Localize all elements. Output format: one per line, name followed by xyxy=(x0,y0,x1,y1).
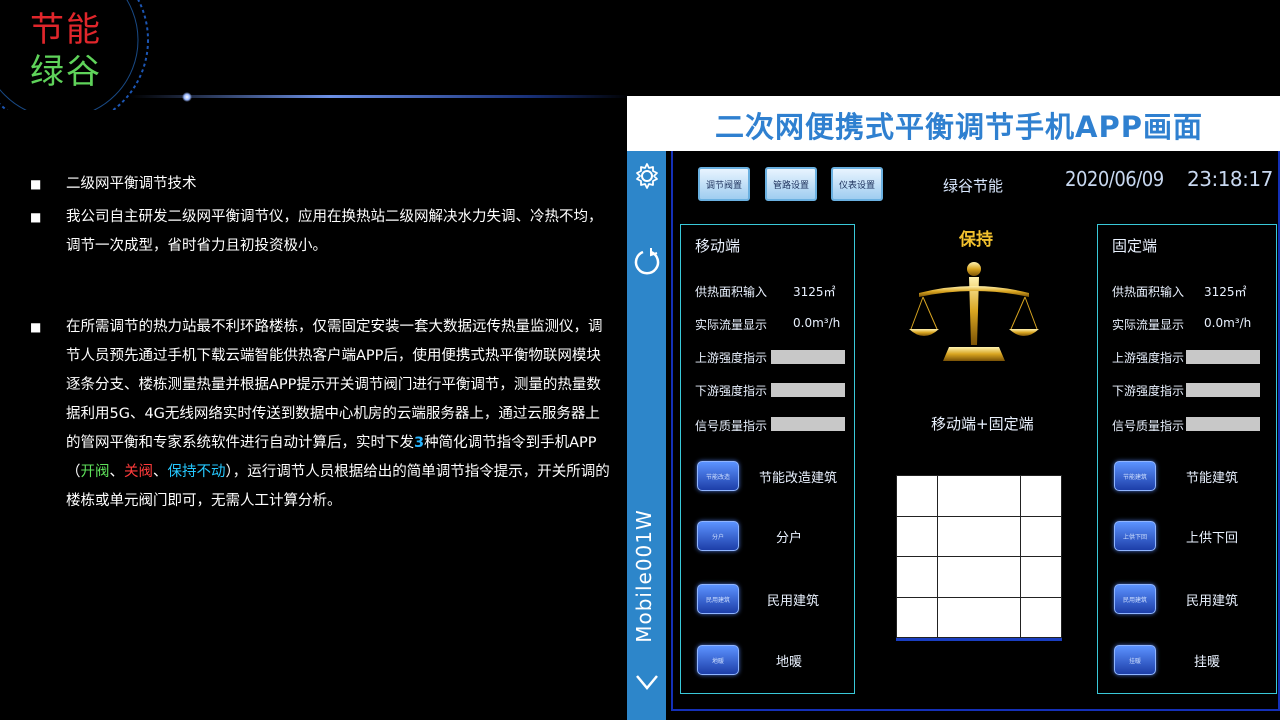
detail-text-1: 在所需调节的热力站最不利环路楼栋，仅需固定安装一套大数据远传热量监测仪，调节人员… xyxy=(66,319,603,451)
fixed-mode-button-2[interactable]: 上供下回 xyxy=(1114,521,1156,551)
downstream-bar xyxy=(771,383,845,397)
mode-button-3[interactable]: 民用建筑 xyxy=(697,584,739,614)
valve-setting-button[interactable]: 调节阀置 xyxy=(698,167,750,201)
sep-2: 、 xyxy=(153,464,168,480)
fixed-mode-label-2: 上供下回 xyxy=(1186,531,1239,546)
chevron-down-icon[interactable] xyxy=(634,671,660,693)
flow-display-value: 0.0m³/h xyxy=(793,316,841,330)
fixed-panel-title: 固定端 xyxy=(1112,237,1158,255)
upstream-label: 上游强度指示 xyxy=(695,351,768,365)
fixed-flow-display-label: 实际流量显示 xyxy=(1112,318,1185,332)
bullet-item-detail: 在所需调节的热力站最不利环路楼栋，仅需固定安装一套大数据远传热量监测仪，调节人员… xyxy=(30,313,610,516)
cmd-hold: 保持不动 xyxy=(167,464,226,480)
balance-scale-icon xyxy=(909,262,1039,361)
app-banner: 二次网便携式平衡调节手机APP画面 xyxy=(627,96,1280,151)
mode-label-1: 节能改造建筑 xyxy=(759,471,838,486)
sep-1: 、 xyxy=(109,464,125,480)
fixed-upstream-bar xyxy=(1186,350,1260,364)
bullet-list: 二级网平衡调节技术 我公司自主研发二级网平衡调节仪，应用在换热站二级网解决水力失… xyxy=(30,170,610,516)
mobile-panel-title: 移动端 xyxy=(695,237,741,255)
mode-label-4: 地暖 xyxy=(776,655,803,670)
bullet-item-title: 二级网平衡调节技术 xyxy=(30,170,610,199)
fixed-flow-display-value: 0.0m³/h xyxy=(1204,316,1252,330)
fixed-mode-label-3: 民用建筑 xyxy=(1186,594,1239,609)
signal-bar xyxy=(771,417,845,431)
flow-display-label: 实际流量显示 xyxy=(695,318,768,332)
app-screen: 调节阀置 管路设置 仪表设置 绿谷节能 2020/06/09 23:18:17 … xyxy=(671,151,1280,711)
fixed-downstream-bar xyxy=(1186,383,1260,397)
fixed-area-input-value[interactable]: 3125㎡ xyxy=(1204,283,1247,300)
app-screenshot: Mobile001W 调节阀置 管路设置 仪表设置 绿谷节能 2020/06/0… xyxy=(627,151,1280,720)
fixed-signal-bar xyxy=(1186,417,1260,431)
mode-button-1[interactable]: 节能改造 xyxy=(697,461,739,491)
fixed-signal-label: 信号质量指示 xyxy=(1112,419,1185,433)
app-date: 2020/06/09 xyxy=(1065,167,1164,191)
fixed-upstream-label: 上游强度指示 xyxy=(1112,351,1185,365)
decorative-beam xyxy=(130,95,630,98)
refresh-icon[interactable] xyxy=(633,246,661,278)
mode-button-4[interactable]: 地暖 xyxy=(697,645,739,675)
mode-label-3: 民用建筑 xyxy=(767,594,820,609)
bullet-item-intro: 我公司自主研发二级网平衡调节仪，应用在换热站二级网解决水力失调、冷热不均，调节一… xyxy=(30,203,610,261)
detail-number: 3 xyxy=(414,435,425,451)
meter-setting-button[interactable]: 仪表设置 xyxy=(831,167,883,201)
app-time: 23:18:17 xyxy=(1187,167,1273,191)
fixed-area-input-label: 供热面积输入 xyxy=(1112,285,1185,299)
fixed-mode-label-1: 节能建筑 xyxy=(1186,471,1239,486)
upstream-bar xyxy=(771,350,845,364)
logo: 节能 绿谷 xyxy=(0,0,160,110)
downstream-label: 下游强度指示 xyxy=(695,384,768,398)
mobile-panel: 移动端 供热面积输入 3125㎡ 实际流量显示 0.0m³/h 上游强度指示 下… xyxy=(680,224,855,694)
pipe-setting-button[interactable]: 管路设置 xyxy=(765,167,817,201)
beam-spark-icon xyxy=(182,92,192,102)
logo-text-green: 绿谷 xyxy=(30,52,102,92)
fixed-mode-button-3[interactable]: 民用建筑 xyxy=(1114,584,1156,614)
mode-label-2: 分户 xyxy=(776,531,803,546)
mode-button-2[interactable]: 分户 xyxy=(697,521,739,551)
fixed-mode-button-1[interactable]: 节能建筑 xyxy=(1114,461,1156,491)
cmd-open: 开阀 xyxy=(80,464,110,480)
area-input-value[interactable]: 3125㎡ xyxy=(793,283,836,300)
fixed-mode-button-4[interactable]: 挂暖 xyxy=(1114,645,1156,675)
mode-text: 移动端+固定端 xyxy=(931,415,1034,433)
device-id-label: Mobile001W xyxy=(632,509,656,643)
fixed-downstream-label: 下游强度指示 xyxy=(1112,384,1185,398)
status-text: 保持 xyxy=(959,230,993,250)
gear-icon[interactable] xyxy=(632,161,662,191)
fixed-mode-label-4: 挂暖 xyxy=(1194,655,1221,670)
area-input-label: 供热面积输入 xyxy=(695,285,768,299)
app-brand: 绿谷节能 xyxy=(943,177,1004,195)
data-grid xyxy=(895,475,1063,641)
side-bar: Mobile001W xyxy=(627,151,666,720)
signal-label: 信号质量指示 xyxy=(695,419,768,433)
app-banner-title: 二次网便携式平衡调节手机APP画面 xyxy=(715,110,1203,144)
cmd-close: 关阀 xyxy=(124,464,153,480)
fixed-panel: 固定端 供热面积输入 3125㎡ 实际流量显示 0.0m³/h 上游强度指示 下… xyxy=(1097,224,1277,694)
